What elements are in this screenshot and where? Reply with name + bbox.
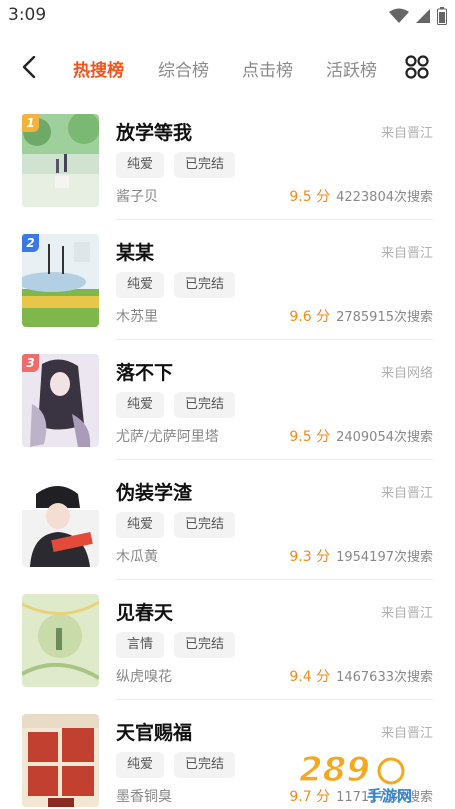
book-stats: 9.6 分 2785915次搜索	[289, 306, 433, 326]
back-button[interactable]	[14, 52, 44, 82]
site-watermark: 289 手游网	[285, 743, 435, 805]
book-author[interactable]: 纵虎嗅花	[116, 666, 172, 686]
rank-badge: 1	[22, 114, 39, 132]
book-title[interactable]: 天官赐福	[116, 718, 192, 745]
svg-text:手游网: 手游网	[367, 787, 412, 805]
cover-art-4	[22, 474, 99, 567]
tag-genre[interactable]: 纯爱	[116, 752, 165, 778]
tab-clicks[interactable]: 点击榜	[242, 56, 293, 81]
book-cover[interactable]	[22, 594, 99, 687]
search-count: 1954197次搜索	[336, 550, 433, 565]
search-count: 2409054次搜索	[336, 430, 433, 445]
book-tags: 纯爱 已完结	[116, 512, 236, 538]
book-item[interactable]: 伪装学渣 来自晋江 纯爱 已完结 木瓜黄 9.3 分 1954197次搜索	[0, 460, 455, 580]
book-cover[interactable]	[22, 474, 99, 567]
tag-genre[interactable]: 纯爱	[116, 512, 165, 538]
book-source: 来自晋江	[380, 126, 433, 141]
status-bar: 3:09	[0, 0, 455, 34]
book-tags: 纯爱 已完结	[116, 152, 236, 178]
status-icons	[389, 7, 447, 25]
tag-status[interactable]: 已完结	[174, 152, 236, 178]
book-score: 9.4 分	[289, 669, 331, 685]
rank-badge: 2	[22, 234, 39, 252]
wifi-icon	[389, 8, 409, 23]
book-item[interactable]: 2 某某 来自晋江 纯爱 已完结 木苏里 9.6 分 2785915次搜索	[0, 220, 455, 340]
cover-art-5	[22, 594, 99, 687]
book-tags: 纯爱 已完结	[116, 392, 236, 418]
search-count: 1467633次搜索	[336, 670, 433, 685]
svg-text:289: 289	[299, 750, 370, 790]
book-source: 来自晋江	[380, 486, 433, 501]
book-title[interactable]: 放学等我	[116, 118, 192, 145]
tag-status[interactable]: 已完结	[174, 512, 236, 538]
book-stats: 9.5 分 4223804次搜索	[289, 186, 433, 206]
back-arrow-icon	[22, 56, 36, 78]
book-author[interactable]: 墨香铜臭	[116, 786, 172, 806]
book-item[interactable]: 见春天 来自晋江 言情 已完结 纵虎嗅花 9.4 分 1467633次搜索	[0, 580, 455, 700]
category-grid-button[interactable]	[404, 54, 430, 80]
book-tags: 言情 已完结	[116, 632, 236, 658]
book-title[interactable]: 落不下	[116, 358, 173, 385]
book-stats: 9.3 分 1954197次搜索	[289, 546, 433, 566]
book-tags: 纯爱 已完结	[116, 752, 236, 778]
book-author[interactable]: 酱子贝	[116, 186, 158, 206]
book-source: 来自网络	[380, 366, 433, 381]
tag-status[interactable]: 已完结	[174, 272, 236, 298]
book-author[interactable]: 木苏里	[116, 306, 158, 326]
search-count: 2785915次搜索	[336, 310, 433, 325]
signal-icon	[416, 9, 430, 23]
tag-status[interactable]: 已完结	[174, 392, 236, 418]
book-tags: 纯爱 已完结	[116, 272, 236, 298]
book-title[interactable]: 某某	[116, 238, 154, 265]
status-time: 3:09	[8, 5, 47, 25]
tab-active[interactable]: 活跃榜	[326, 56, 377, 81]
book-author[interactable]: 木瓜黄	[116, 546, 158, 566]
book-item[interactable]: 3 落不下 来自网络 纯爱 已完结 尤萨/尤萨阿里塔 9.5 分 2409054次…	[0, 340, 455, 460]
book-author[interactable]: 尤萨/尤萨阿里塔	[116, 426, 219, 446]
battery-icon	[437, 7, 447, 25]
book-source: 来自晋江	[380, 606, 433, 621]
tag-genre[interactable]: 纯爱	[116, 272, 165, 298]
book-score: 9.5 分	[289, 429, 331, 445]
book-stats: 9.4 分 1467633次搜索	[289, 666, 433, 686]
book-score: 9.3 分	[289, 549, 331, 565]
tag-status[interactable]: 已完结	[174, 632, 236, 658]
tag-genre[interactable]: 纯爱	[116, 152, 165, 178]
book-source: 来自晋江	[380, 726, 433, 741]
tag-status[interactable]: 已完结	[174, 752, 236, 778]
book-score: 9.5 分	[289, 189, 331, 205]
tab-overall[interactable]: 综合榜	[158, 56, 209, 81]
tag-genre[interactable]: 纯爱	[116, 392, 165, 418]
book-source: 来自晋江	[380, 246, 433, 261]
book-cover[interactable]	[22, 714, 99, 807]
book-title[interactable]: 见春天	[116, 598, 173, 625]
watermark-logo: 289 手游网	[298, 749, 412, 805]
book-score: 9.6 分	[289, 309, 331, 325]
grid-icon	[405, 55, 429, 79]
book-title[interactable]: 伪装学渣	[116, 478, 192, 505]
book-item[interactable]: 1 放学等我 来自晋江 纯爱 已完结 酱子贝 9.5 分 4223804次搜索	[0, 100, 455, 220]
book-stats: 9.5 分 2409054次搜索	[289, 426, 433, 446]
rank-badge: 3	[22, 354, 39, 372]
cover-art-6	[22, 714, 99, 807]
tag-genre[interactable]: 言情	[116, 632, 165, 658]
top-nav: 热搜榜 综合榜 点击榜 活跃榜	[0, 44, 455, 88]
search-count: 4223804次搜索	[336, 190, 433, 205]
tab-hot-search[interactable]: 热搜榜	[73, 56, 124, 81]
